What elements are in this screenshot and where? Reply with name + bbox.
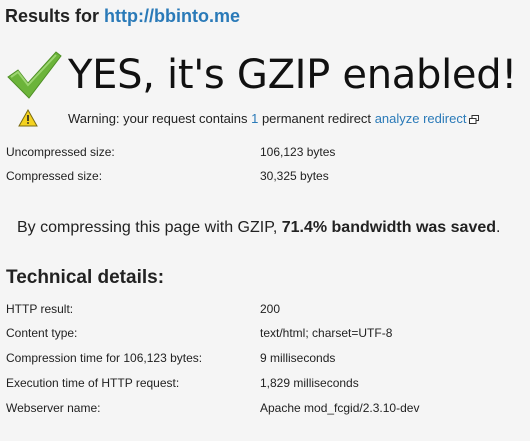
tech-value: 200 [260, 302, 281, 316]
size-value: 106,123 bytes [260, 145, 336, 159]
tech-value: 9 milliseconds [260, 351, 336, 365]
results-url-link[interactable]: http://bbinto.me [104, 6, 240, 26]
verdict-banner: YES, it's GZIP enabled! [6, 44, 517, 106]
tech-row-http-result: HTTP result: 200 [6, 302, 280, 316]
results-header: Results for http://bbinto.me [5, 6, 240, 27]
summary-end: . [496, 219, 501, 236]
verdict-headline: YES, it's GZIP enabled! [68, 52, 518, 98]
redirect-count: 1 [251, 110, 259, 126]
warning-text: Warning: your request contains [68, 110, 248, 126]
tech-value: text/html; charset=UTF-8 [260, 326, 393, 340]
tech-row-webserver: Webserver name: Apache mod_fcgid/2.3.10-… [6, 401, 419, 415]
size-label: Compressed size: [6, 169, 103, 183]
tech-row-content-type: Content type: text/html; charset=UTF-8 [6, 326, 392, 340]
technical-details-title: Technical details: [6, 267, 165, 288]
summary-text: By compressing this page with GZIP, [17, 219, 278, 236]
results-label: Results for [5, 6, 100, 26]
external-window-icon[interactable] [469, 114, 480, 124]
size-label: Uncompressed size: [6, 145, 115, 159]
size-row-uncompressed: Uncompressed size: 106,123 bytes [6, 145, 335, 159]
savings-summary: By compressing this page with GZIP, 71.4… [17, 219, 500, 237]
tech-label: Webserver name: [6, 401, 101, 415]
redirect-warning: Warning: your request contains 1 permane… [18, 109, 480, 127]
tech-label: Execution time of HTTP request: [6, 376, 180, 390]
size-value: 30,325 bytes [260, 169, 329, 183]
tech-value: 1,829 milliseconds [260, 376, 359, 390]
warning-text-after: permanent redirect [261, 110, 372, 126]
tech-row-compression-time: Compression time for 106,123 bytes: 9 mi… [6, 351, 335, 365]
warning-icon [18, 109, 38, 127]
tech-row-execution-time: Execution time of HTTP request: 1,829 mi… [6, 376, 359, 390]
summary-highlight: 71.4% bandwidth was saved [281, 219, 497, 236]
tech-label: Compression time for 106,123 bytes: [6, 351, 203, 365]
size-row-compressed: Compressed size: 30,325 bytes [6, 169, 329, 183]
tech-label: HTTP result: [6, 302, 74, 316]
analyze-redirect-link[interactable]: analyze redirect [375, 111, 467, 126]
checkmark-icon [7, 51, 62, 99]
tech-value: Apache mod_fcgid/2.3.10-dev [260, 401, 420, 415]
tech-label: Content type: [6, 326, 78, 340]
